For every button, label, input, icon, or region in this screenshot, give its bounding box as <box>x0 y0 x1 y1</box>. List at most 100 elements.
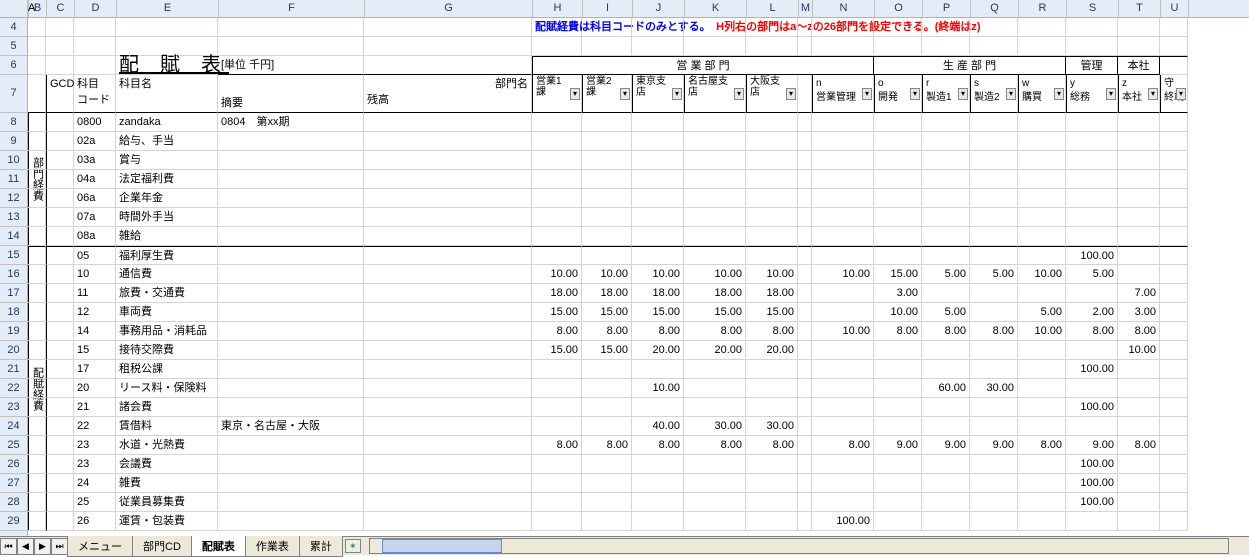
row-header[interactable]: 18 <box>0 303 27 322</box>
col-header-O[interactable]: O <box>875 0 923 17</box>
row-header[interactable]: 29 <box>0 512 27 531</box>
value <box>632 360 684 379</box>
dropdown-icon[interactable]: ▾ <box>620 88 630 100</box>
col-header-J[interactable]: J <box>633 0 685 17</box>
dropdown-icon[interactable]: ▾ <box>1106 88 1116 100</box>
row-header[interactable]: 14 <box>0 227 27 246</box>
row-header[interactable]: 5 <box>0 37 27 56</box>
value: 30.00 <box>970 379 1018 398</box>
col-header-D[interactable]: D <box>75 0 117 17</box>
row-header[interactable]: 11 <box>0 170 27 189</box>
row-header[interactable]: 20 <box>0 341 27 360</box>
row-header[interactable]: 9 <box>0 132 27 151</box>
note <box>218 170 364 189</box>
value: 8.00 <box>1018 436 1066 455</box>
dropdown-icon[interactable]: ▾ <box>672 88 682 100</box>
tab-next-icon[interactable]: ▶ <box>34 538 51 555</box>
row-header[interactable]: 16 <box>0 265 27 284</box>
value <box>532 398 582 417</box>
row-header[interactable]: 28 <box>0 493 27 512</box>
row-header[interactable]: 26 <box>0 455 27 474</box>
dropdown-icon[interactable]: ▾ <box>1006 88 1016 100</box>
code: 12 <box>74 303 116 322</box>
value <box>532 455 582 474</box>
row-header[interactable]: 10 <box>0 151 27 170</box>
value <box>532 493 582 512</box>
row-header[interactable]: 12 <box>0 189 27 208</box>
tab-first-icon[interactable]: ⏮ <box>0 538 17 555</box>
dropdown-icon[interactable]: ▾ <box>862 88 872 100</box>
row-header[interactable]: 24 <box>0 417 27 436</box>
scroll-thumb[interactable] <box>382 539 502 553</box>
dropdown-icon[interactable]: ▾ <box>1054 88 1064 100</box>
col-header-Q[interactable]: Q <box>971 0 1019 17</box>
value <box>970 474 1018 493</box>
row-header[interactable]: 19 <box>0 322 27 341</box>
name: zandaka <box>116 113 218 132</box>
value: 8.00 <box>874 322 922 341</box>
horizontal-scrollbar[interactable] <box>369 538 1229 554</box>
col-header-G[interactable]: G <box>365 0 533 17</box>
corner-cell[interactable] <box>0 0 28 17</box>
code: 20 <box>74 379 116 398</box>
sheet-tab[interactable]: 累計 <box>299 536 343 557</box>
new-tab-button[interactable]: ✶ <box>345 539 361 553</box>
sheet-tab[interactable]: メニュー <box>67 536 133 557</box>
col-header-E[interactable]: E <box>117 0 219 17</box>
tab-prev-icon[interactable]: ◀ <box>17 538 34 555</box>
col-header-I[interactable]: I <box>583 0 633 17</box>
col-header-H[interactable]: H <box>533 0 583 17</box>
row-header[interactable]: 4 <box>0 18 27 37</box>
dropdown-icon[interactable]: ▾ <box>734 88 744 100</box>
tab-last-icon[interactable]: ⏭ <box>51 538 68 555</box>
dropdown-icon[interactable]: ▾ <box>1176 88 1186 100</box>
dropdown-icon[interactable]: ▾ <box>570 88 580 100</box>
value <box>684 398 746 417</box>
value <box>746 398 798 417</box>
value: 15.00 <box>582 303 632 322</box>
row-header[interactable]: 15 <box>0 246 27 265</box>
row-header[interactable]: 8 <box>0 113 27 132</box>
value: 8.00 <box>1118 436 1160 455</box>
col-header-C[interactable]: C <box>47 0 75 17</box>
col-header-L[interactable]: L <box>747 0 799 17</box>
col-header-K[interactable]: K <box>685 0 747 17</box>
col-header-M[interactable]: M <box>799 0 813 17</box>
sheet-tab[interactable]: 作業表 <box>245 536 300 557</box>
name: 従業員募集費 <box>116 493 218 512</box>
col-header-F[interactable]: F <box>219 0 365 17</box>
col-header-N[interactable]: N <box>813 0 875 17</box>
row-header[interactable]: 21 <box>0 360 27 379</box>
row-header[interactable]: 23 <box>0 398 27 417</box>
name: 法定福利費 <box>116 170 218 189</box>
row-header[interactable]: 6 <box>0 56 27 75</box>
row-header[interactable]: 17 <box>0 284 27 303</box>
note <box>218 493 364 512</box>
dropdown-icon[interactable]: ▾ <box>1148 88 1158 100</box>
row-header[interactable]: 13 <box>0 208 27 227</box>
dropdown-icon[interactable]: ▾ <box>786 88 796 100</box>
dropdown-icon[interactable]: ▾ <box>910 88 920 100</box>
value <box>1018 512 1066 531</box>
row-header[interactable]: 22 <box>0 379 27 398</box>
col-header-U[interactable]: U <box>1161 0 1189 17</box>
row-header[interactable]: 25 <box>0 436 27 455</box>
col-header-S[interactable]: S <box>1067 0 1119 17</box>
col-header-P[interactable]: P <box>923 0 971 17</box>
row-header[interactable]: 7 <box>0 75 27 113</box>
tab-nav-buttons[interactable]: ⏮ ◀ ▶ ⏭ <box>0 538 68 555</box>
col-header-T[interactable]: T <box>1119 0 1161 17</box>
sheet-tab[interactable]: 配賦表 <box>191 536 246 557</box>
value: 15.00 <box>532 303 582 322</box>
dropdown-icon[interactable]: ▾ <box>958 88 968 100</box>
value <box>632 512 684 531</box>
grid-area[interactable]: 配賦経費は科目コードのみとする。 H列右の部門はa～zの26部門を設定できる。(… <box>28 18 1249 536</box>
sheet-tab[interactable]: 部門CD <box>132 536 192 557</box>
col-header-R[interactable]: R <box>1019 0 1067 17</box>
name: 時間外手当 <box>116 208 218 227</box>
code: 04a <box>74 170 116 189</box>
row-header[interactable]: 27 <box>0 474 27 493</box>
code: 24 <box>74 474 116 493</box>
value <box>922 246 970 265</box>
col-header-B[interactable]: B <box>29 0 47 17</box>
